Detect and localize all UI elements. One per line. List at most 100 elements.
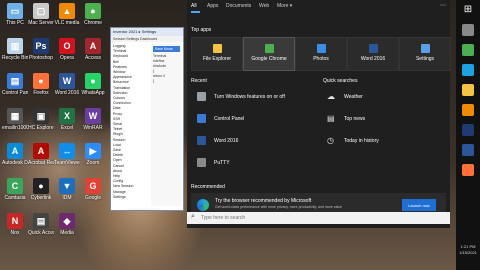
- recent-item[interactable]: PuTTY: [197, 156, 317, 170]
- cortana-icon[interactable]: [462, 24, 474, 36]
- desktop-icon[interactable]: AAutodesk Desktop App: [2, 143, 28, 166]
- desktop-icon[interactable]: ● WhatsApp: [80, 73, 106, 96]
- quick-search-item[interactable]: ▤ Top news: [327, 112, 437, 126]
- desktop-icon-label: Chrome: [84, 20, 102, 26]
- app-icon: [197, 158, 206, 167]
- desktop-icon[interactable]: ▢ Mac Server: [28, 3, 54, 26]
- clock-date[interactable]: 1/15/2021: [456, 250, 480, 255]
- desktop-icon[interactable]: ▭ This PC: [2, 3, 28, 26]
- window-title: Inventor 2021 ▸ Settings: [111, 28, 183, 36]
- taskbar: ⊞ 1:21 PM 1/15/2021: [456, 0, 480, 270]
- desktop-icon-label: Photoshop: [29, 55, 53, 61]
- vlc-icon[interactable]: [462, 104, 474, 116]
- firefox-icon[interactable]: [462, 164, 474, 176]
- recent-item[interactable]: Turn Windows features on or off: [197, 90, 317, 104]
- app-icon: Ps: [33, 38, 49, 54]
- desktop-icon[interactable]: ▥ Recycle Bin: [2, 38, 28, 61]
- desktop-icon[interactable]: ● Cyberlink: [28, 178, 54, 201]
- category-list[interactable]: Logging Terminal Keyboard Bell Features Windo…: [113, 44, 149, 206]
- desktop-icon[interactable]: C Camtasia: [2, 178, 28, 201]
- search-icon: ⌕: [191, 213, 195, 220]
- tab-documents[interactable]: Documents: [226, 3, 251, 9]
- search-input[interactable]: [201, 213, 401, 223]
- desktop-icon-label: emailin1000: [2, 125, 28, 131]
- recent-item[interactable]: Control Panel: [197, 112, 317, 126]
- desktop-icon[interactable]: ▣ HC Explorer: [28, 108, 54, 131]
- photoshop-icon[interactable]: [462, 124, 474, 136]
- app-icon: ▤: [7, 73, 23, 89]
- desktop-icon[interactable]: ▲ VLC media: [54, 3, 80, 26]
- desktop-icon[interactable]: ◆ Media: [54, 213, 80, 236]
- top-app-tile[interactable]: Google Chrome: [243, 37, 295, 71]
- app-icon: C: [7, 178, 23, 194]
- desktop-icon[interactable]: Ps Photoshop: [28, 38, 54, 61]
- tab-more[interactable]: More ▾: [277, 3, 292, 9]
- desktop-icon-label: Mac Server: [28, 20, 54, 26]
- desktop-icon[interactable]: N Nox: [2, 213, 28, 236]
- save-mode-chip[interactable]: Save Mode: [153, 46, 180, 52]
- chrome-icon[interactable]: [462, 44, 474, 56]
- start-icon[interactable]: ⊞: [462, 4, 474, 16]
- desktop-icon[interactable]: A Access: [80, 38, 106, 61]
- desktop-icon[interactable]: ▼ IDM: [54, 178, 80, 201]
- app-icon: ◆: [59, 213, 75, 229]
- background-window[interactable]: Inventor 2021 ▸ Settings Session Setting…: [110, 27, 184, 211]
- desktop-icon[interactable]: X Excel: [54, 108, 80, 131]
- top-app-tile[interactable]: Word 2016: [347, 37, 399, 71]
- desktop-icon[interactable]: AAcrobat Reader: [28, 143, 54, 166]
- app-icon: ▢: [33, 3, 49, 19]
- top-app-tile[interactable]: Photos: [295, 37, 347, 71]
- quick-search-item[interactable]: ◷ Today in history: [327, 134, 437, 148]
- app-icon: ▼: [59, 178, 75, 194]
- desktop-icon[interactable]: O Opera: [54, 38, 80, 61]
- recent-item-label: Turn Windows features on or off: [214, 94, 285, 100]
- quick-search-label: Weather: [344, 94, 363, 100]
- app-icon: [212, 44, 222, 53]
- recent-item-label: PuTTY: [214, 160, 230, 166]
- desktop-icon[interactable]: ▶ Zoom: [80, 143, 106, 166]
- cloud-icon: ☁: [327, 92, 335, 101]
- word-icon[interactable]: [462, 144, 474, 156]
- taskbar-search-box[interactable]: ⌕: [187, 212, 450, 224]
- active-tab-indicator: [191, 11, 200, 13]
- app-icon: ●: [85, 3, 101, 19]
- launch-now-button[interactable]: Launch now: [402, 199, 436, 211]
- desktop-icon[interactable]: ▤Control Panel: [2, 73, 28, 96]
- tab-apps[interactable]: Apps: [207, 3, 218, 9]
- desktop-icon[interactable]: ▤Quick Access: [28, 213, 54, 236]
- desktop-icon[interactable]: G Google: [80, 178, 106, 201]
- desktop-icon-label: WhatsApp: [81, 90, 105, 96]
- desktop-icon-label: IDM: [62, 195, 72, 201]
- edge-icon[interactable]: [462, 64, 474, 76]
- top-app-tile[interactable]: Settings: [399, 37, 451, 71]
- promo-description: Get world-class performance with more pr…: [215, 205, 343, 209]
- desktop-icon-label: TeamViewer: [54, 160, 80, 166]
- app-icon: W: [85, 108, 101, 124]
- promo-title: Try the browser recommended by Microsoft: [215, 198, 312, 204]
- quick-search-label: Top news: [344, 116, 366, 122]
- desktop-icon[interactable]: ● Chrome: [80, 3, 106, 26]
- folder-icon[interactable]: [462, 84, 474, 96]
- desktop-icon-label: Excel: [60, 125, 74, 131]
- ellipsis-icon[interactable]: ⋯: [440, 2, 446, 9]
- top-app-tile[interactable]: File Explorer: [191, 37, 243, 71]
- desktop-icon[interactable]: ▦ emailin1000: [2, 108, 28, 131]
- app-icon: [197, 114, 206, 123]
- category-item[interactable]: Settings: [113, 195, 149, 200]
- desktop-icon-label: Control Panel: [2, 90, 28, 96]
- recent-item[interactable]: Word 2016: [197, 134, 317, 148]
- tab-all[interactable]: All: [191, 3, 197, 9]
- desktop-icon[interactable]: W Word 2016: [54, 73, 80, 96]
- clock-time[interactable]: 1:21 PM: [456, 244, 480, 249]
- edge-icon: [197, 199, 209, 211]
- tab-web[interactable]: Web: [259, 3, 269, 9]
- quick-search-item[interactable]: ☁ Weather: [327, 90, 437, 104]
- desktop-icon[interactable]: W WinRAR: [80, 108, 106, 131]
- app-icon: A: [7, 143, 23, 159]
- desktop-icon[interactable]: ↔ TeamViewer: [54, 143, 80, 166]
- window-menubar[interactable]: Session Settings Dashboard: [111, 36, 183, 42]
- app-icon: ▥: [7, 38, 23, 54]
- desktop-icon-label: Cyberlink: [30, 195, 52, 201]
- desktop-icon[interactable]: ● Firefox: [28, 73, 54, 96]
- app-icon: ●: [85, 73, 101, 89]
